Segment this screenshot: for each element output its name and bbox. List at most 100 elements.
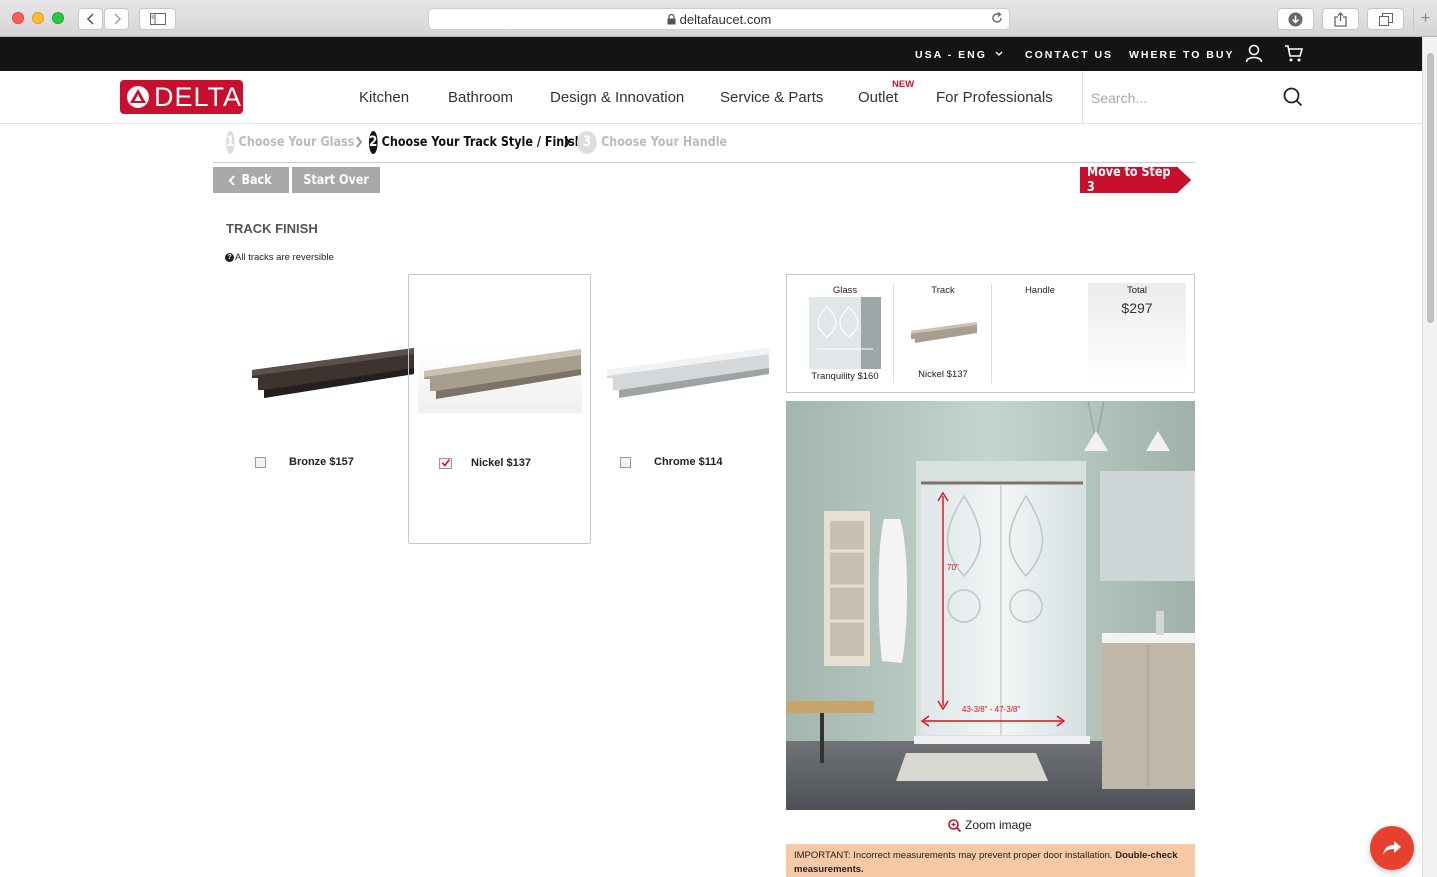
- nav-bathroom[interactable]: Bathroom: [448, 89, 513, 106]
- delta-logo[interactable]: DELTA: [120, 80, 243, 114]
- track-option-bronze[interactable]: Bronze $157: [228, 274, 414, 544]
- step-number: 1: [226, 130, 235, 154]
- width-measurement: 43-3/8" - 47-3/8": [962, 705, 1020, 714]
- search-icon[interactable]: [1283, 87, 1303, 112]
- glass-thumbnail: [809, 297, 881, 369]
- nickel-track-image: [424, 349, 581, 399]
- delta-triangle-icon: [127, 86, 149, 108]
- chrome-track-image: [607, 348, 769, 398]
- track-image: [418, 283, 582, 413]
- question-icon: ?: [225, 253, 234, 262]
- bronze-label: Bronze $157: [289, 456, 354, 468]
- total-heading: Total: [1126, 285, 1148, 296]
- total-amount: $297: [1121, 300, 1153, 316]
- step-label: Choose Your Glass: [238, 134, 355, 150]
- locale-selector[interactable]: USA - ENG: [915, 49, 1003, 61]
- move-to-step-3-button[interactable]: Move to Step 3: [1080, 165, 1193, 195]
- downloads-button[interactable]: [1277, 8, 1314, 30]
- share-arrow-icon: [1383, 841, 1401, 855]
- track-option-chrome[interactable]: Chrome $114: [593, 274, 776, 544]
- back-button[interactable]: Back: [213, 167, 289, 193]
- height-measurement: 70": [947, 563, 959, 572]
- share-icon: [1334, 11, 1347, 27]
- shower-preview-image[interactable]: 70" 43-3/8" - 47-3/8": [786, 401, 1195, 810]
- browser-back-button[interactable]: [78, 8, 103, 30]
- chevron-right-icon: [113, 13, 121, 25]
- nickel-checkbox-checked[interactable]: [439, 458, 452, 469]
- logo-text: DELTA: [154, 81, 243, 112]
- warning-text: IMPORTANT: Incorrect measurements may pr…: [794, 850, 1116, 861]
- maximize-window-button[interactable]: [52, 12, 64, 24]
- chevron-left-icon: [228, 174, 235, 186]
- selection-summary: Glass Tranquility $160 Track Nickel $137…: [786, 274, 1195, 393]
- share-browser-button[interactable]: [1322, 8, 1359, 30]
- note-text: All tracks are reversible: [235, 252, 334, 263]
- step-number: 2: [369, 130, 378, 154]
- bathroom-scene: 70" 43-3/8" - 47-3/8": [786, 401, 1195, 810]
- glass-caption: Tranquility $160: [811, 371, 879, 382]
- browser-forward-button[interactable]: [104, 8, 129, 30]
- summary-glass: Glass Tranquility $160: [796, 275, 894, 392]
- tabs-icon: [1378, 12, 1393, 26]
- chrome-label: Chrome $114: [654, 456, 723, 468]
- nav-kitchen[interactable]: Kitchen: [359, 89, 409, 106]
- track-caption: Nickel $137: [918, 369, 968, 380]
- zoom-icon: [948, 818, 961, 832]
- step-number: 3: [577, 130, 597, 154]
- scrollbar-thumb[interactable]: [1427, 53, 1434, 323]
- chevron-down-icon: [995, 51, 1003, 56]
- nav-service-parts[interactable]: Service & Parts: [720, 89, 823, 106]
- track-thumbnail: [911, 322, 977, 343]
- address-bar[interactable]: deltafaucet.com: [428, 8, 1010, 30]
- track-image: [602, 282, 769, 412]
- step-label: Choose Your Handle: [601, 134, 728, 150]
- chrome-checkbox[interactable]: [620, 457, 631, 468]
- nav-for-professionals[interactable]: For Professionals: [936, 89, 1053, 106]
- share-floating-button[interactable]: [1370, 826, 1414, 870]
- chevron-left-icon: [86, 13, 94, 25]
- utility-bar: USA - ENG CONTACT US WHERE TO BUY: [0, 37, 1422, 71]
- search-input[interactable]: [1091, 87, 1361, 109]
- where-to-buy-link[interactable]: WHERE TO BUY: [1129, 49, 1234, 61]
- steps-divider: [213, 162, 1195, 163]
- bronze-checkbox[interactable]: [255, 457, 266, 468]
- measurement-warning: IMPORTANT: Incorrect measurements may pr…: [786, 844, 1195, 877]
- glass-heading: Glass: [832, 285, 858, 296]
- close-window-button[interactable]: [12, 12, 24, 24]
- browser-toolbar: deltafaucet.com +: [0, 0, 1437, 37]
- zoom-image-link[interactable]: Zoom image: [948, 818, 1032, 832]
- nav-outlet[interactable]: Outlet: [858, 89, 898, 106]
- summary-track: Track Nickel $137: [894, 275, 992, 392]
- section-title: TRACK FINISH: [226, 221, 318, 236]
- chevron-right-icon: [356, 136, 363, 148]
- sidebar-icon: [149, 13, 166, 25]
- main-navigation: DELTA Kitchen Bathroom Design & Innovati…: [0, 71, 1422, 124]
- cart-icon[interactable]: [1284, 44, 1304, 68]
- track-option-nickel[interactable]: Nickel $137: [408, 274, 591, 544]
- contact-us-link[interactable]: CONTACT US: [1025, 49, 1113, 61]
- minimize-window-button[interactable]: [32, 12, 44, 24]
- step-label: Choose Your Track Style / Finish: [381, 134, 583, 150]
- summary-total: Total $297: [1088, 283, 1186, 383]
- url-text: deltafaucet.com: [679, 11, 772, 27]
- nickel-label: Nickel $137: [471, 457, 531, 469]
- tabs-overview-button[interactable]: [1367, 8, 1404, 30]
- summary-handle: Handle: [991, 275, 1089, 392]
- reversible-note: ? All tracks are reversible: [225, 252, 334, 263]
- bronze-track-image: [252, 348, 414, 398]
- search-area: [1082, 71, 1422, 124]
- start-over-button[interactable]: Start Over: [292, 167, 380, 193]
- new-tab-button[interactable]: +: [1413, 8, 1437, 30]
- track-heading: Track: [931, 285, 955, 296]
- page-scrollbar[interactable]: [1422, 37, 1437, 877]
- reload-icon[interactable]: [991, 11, 1003, 27]
- configurator-steps: 1 Choose Your Glass 2 Choose Your Track …: [226, 130, 752, 154]
- step-1[interactable]: 1 Choose Your Glass: [226, 130, 354, 154]
- step-2[interactable]: 2 Choose Your Track Style / Finish: [369, 130, 583, 154]
- step-3[interactable]: 3 Choose Your Handle: [577, 130, 728, 154]
- sidebar-toggle-button[interactable]: [139, 8, 176, 30]
- account-icon[interactable]: [1245, 44, 1263, 68]
- track-image: [237, 282, 414, 412]
- download-icon: [1288, 12, 1303, 26]
- nav-design-innovation[interactable]: Design & Innovation: [550, 89, 684, 106]
